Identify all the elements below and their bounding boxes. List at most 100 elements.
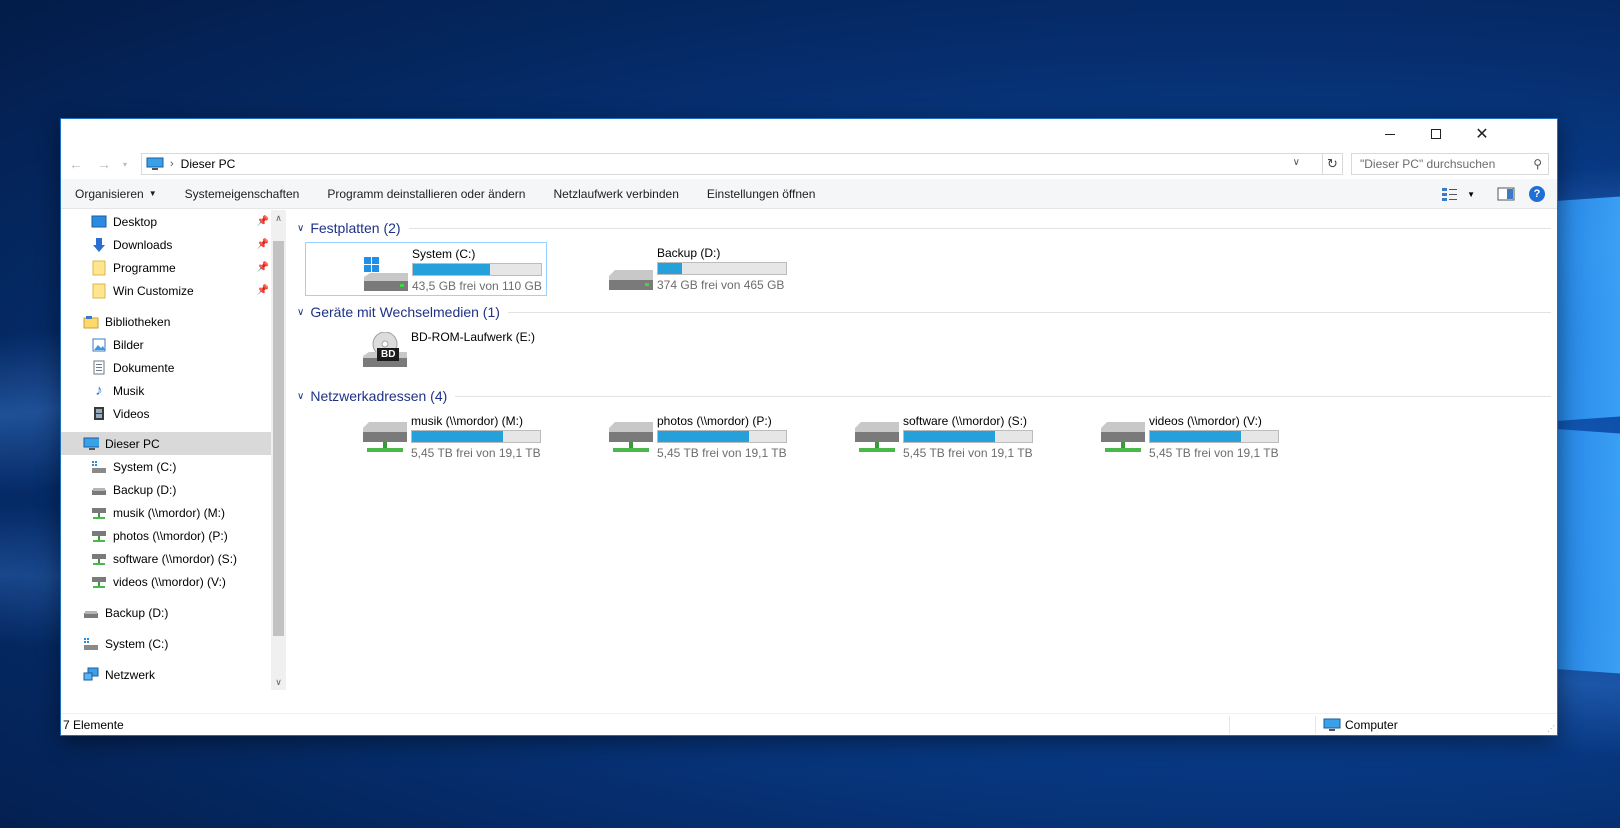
group-network[interactable]: ∨ Netzwerkadressen (4) xyxy=(297,386,1551,406)
drive-tile-bd-rom-e[interactable]: BD BD-ROM-Laufwerk (E:) xyxy=(305,328,547,368)
sidebar-item-backup-root[interactable]: Backup (D:) xyxy=(61,601,271,624)
status-divider xyxy=(1315,716,1316,734)
sidebar-item-label: Programme xyxy=(113,260,176,275)
sidebar-item-desktop[interactable]: Desktop 📌 xyxy=(61,210,271,233)
drive-tile-system-c[interactable]: System (C:) 43,5 GB frei von 110 GB xyxy=(305,242,547,296)
view-dropdown-icon[interactable]: ▼ xyxy=(1467,190,1475,199)
sidebar-item-musik[interactable]: ♪ Musik xyxy=(61,379,271,402)
resize-grip-icon[interactable]: ⋰ xyxy=(1547,724,1555,733)
network-icon xyxy=(83,667,99,683)
item-count: 7 Elemente xyxy=(63,717,124,732)
address-row: ← → ▾ › Dieser PC ∨ ↻ "Dieser PC" durchs… xyxy=(61,149,1557,179)
videos-icon xyxy=(91,406,107,422)
sidebar-item-netzwerk[interactable]: Netzwerk xyxy=(61,663,271,686)
refresh-button[interactable]: ↻ xyxy=(1323,153,1343,175)
sidebar-item-videos-v[interactable]: videos (\\mordor) (V:) xyxy=(61,570,271,593)
open-settings-button[interactable]: Einstellungen öffnen xyxy=(693,179,830,209)
forward-icon[interactable]: → xyxy=(97,156,111,172)
organize-menu[interactable]: Organisieren ▼ xyxy=(61,179,171,209)
scroll-up-icon[interactable]: ∧ xyxy=(271,210,286,226)
folder-icon xyxy=(91,283,107,299)
drive-tile-videos-v[interactable]: videos (\\mordor) (V:) 5,45 TB frei von … xyxy=(1043,410,1285,464)
sidebar-item-system-root[interactable]: System (C:) xyxy=(61,632,271,655)
sidebar-item-label: Dieser PC xyxy=(105,436,160,451)
sidebar-item-software-s[interactable]: software (\\mordor) (S:) xyxy=(61,547,271,570)
sidebar-item-bilder[interactable]: Bilder xyxy=(61,333,271,356)
sidebar-item-label: Backup (D:) xyxy=(113,482,177,497)
address-dropdown-icon[interactable]: ∨ xyxy=(1293,157,1300,168)
drive-name: Backup (D:) xyxy=(657,246,721,260)
view-options-icon[interactable] xyxy=(1441,186,1461,202)
sidebar-item-dokumente[interactable]: Dokumente xyxy=(61,356,271,379)
dropdown-icon: ▼ xyxy=(148,189,157,198)
sidebar-item-label: musik (\\mordor) (M:) xyxy=(113,505,225,520)
sidebar-item-downloads[interactable]: Downloads 📌 xyxy=(61,233,271,256)
navigation-scrollbar[interactable]: ∧ ∨ xyxy=(271,210,286,690)
sidebar-item-backup-d[interactable]: Backup (D:) xyxy=(61,478,271,501)
close-button[interactable]: ✕ xyxy=(1459,119,1505,149)
maximize-button[interactable] xyxy=(1413,119,1459,149)
navigation-pane: Desktop 📌 Downloads 📌 Programme 📌 Win Cu… xyxy=(61,210,286,690)
sidebar-item-programme[interactable]: Programme 📌 xyxy=(61,256,271,279)
drive-tile-backup-d[interactable]: Backup (D:) 374 GB frei von 465 GB xyxy=(551,242,793,296)
drive-tile-musik-m[interactable]: musik (\\mordor) (M:) 5,45 TB frei von 1… xyxy=(305,410,547,464)
uninstall-button[interactable]: Programm deinstallieren oder ändern xyxy=(313,179,539,209)
drive-free-space: 5,45 TB frei von 19,1 TB xyxy=(903,446,1033,460)
preview-pane-icon[interactable] xyxy=(1497,187,1515,201)
system-properties-button[interactable]: Systemeigenschaften xyxy=(171,179,314,209)
group-removable[interactable]: ∨ Geräte mit Wechselmedien (1) xyxy=(297,302,1551,322)
sidebar-item-system-c[interactable]: System (C:) xyxy=(61,455,271,478)
drive-free-space: 5,45 TB frei von 19,1 TB xyxy=(1149,446,1279,460)
pin-icon: 📌 xyxy=(256,285,269,296)
drive-tile-software-s[interactable]: software (\\mordor) (S:) 5,45 TB frei vo… xyxy=(797,410,1039,464)
command-bar: Organisieren ▼ Systemeigenschaften Progra… xyxy=(61,179,1557,209)
title-bar: ✕ xyxy=(61,119,1557,149)
sidebar-item-label: Musik xyxy=(113,383,145,398)
recent-locations-icon[interactable]: ▾ xyxy=(123,160,127,169)
group-title: Festplatten (2) xyxy=(310,220,401,236)
sidebar-item-label: software (\\mordor) (S:) xyxy=(113,551,238,566)
group-divider xyxy=(408,227,1551,229)
sidebar-item-photos-p[interactable]: photos (\\mordor) (P:) xyxy=(61,524,271,547)
drive-usage-fill xyxy=(413,264,490,275)
drive-usage-bar xyxy=(657,262,787,275)
drive-name: BD-ROM-Laufwerk (E:) xyxy=(411,330,536,344)
download-arrow-icon xyxy=(91,237,107,253)
scroll-down-icon[interactable]: ∨ xyxy=(271,674,286,690)
computer-icon xyxy=(146,157,164,170)
sidebar-item-win-customize[interactable]: Win Customize 📌 xyxy=(61,279,271,302)
desktop-icon xyxy=(91,214,107,230)
explorer-window: ✕ ← → ▾ › Dieser PC ∨ ↻ "Dieser PC" durc… xyxy=(60,118,1558,736)
network-drive-icon xyxy=(91,574,107,590)
group-title: Geräte mit Wechselmedien (1) xyxy=(310,304,500,320)
scrollbar-thumb[interactable] xyxy=(273,241,284,636)
hard-drive-icon xyxy=(83,605,99,621)
drive-free-space: 374 GB frei von 465 GB xyxy=(657,278,785,292)
windows-drive-icon xyxy=(83,636,99,652)
chevron-down-icon: ∨ xyxy=(297,306,305,318)
drive-usage-bar xyxy=(1149,430,1279,443)
sidebar-item-label: System (C:) xyxy=(113,459,177,474)
minimize-icon xyxy=(1385,133,1395,135)
group-hard-drives[interactable]: ∨ Festplatten (2) xyxy=(297,218,1551,238)
status-divider xyxy=(1229,716,1230,734)
sidebar-item-libraries[interactable]: Bibliotheken xyxy=(61,310,271,333)
address-bar[interactable]: › Dieser PC ∨ xyxy=(141,153,1323,175)
back-icon[interactable]: ← xyxy=(69,156,83,172)
sidebar-item-videos[interactable]: Videos xyxy=(61,402,271,425)
map-network-drive-button[interactable]: Netzlaufwerk verbinden xyxy=(539,179,692,209)
music-icon: ♪ xyxy=(95,382,103,399)
content-pane: ∨ Festplatten (2) System (C:) 43,5 GB fr… xyxy=(287,210,1551,690)
help-icon[interactable]: ? xyxy=(1529,186,1545,202)
search-input[interactable]: "Dieser PC" durchsuchen ⚲ xyxy=(1351,153,1549,175)
drive-name: musik (\\mordor) (M:) xyxy=(411,414,523,428)
breadcrumb[interactable]: Dieser PC xyxy=(181,157,236,171)
pictures-icon xyxy=(91,337,107,353)
sidebar-item-dieser-pc[interactable]: Dieser PC xyxy=(61,432,271,455)
documents-icon xyxy=(91,360,107,376)
maximize-icon xyxy=(1431,129,1441,139)
hard-drive-icon xyxy=(91,482,107,498)
drive-tile-photos-p[interactable]: photos (\\mordor) (P:) 5,45 TB frei von … xyxy=(551,410,793,464)
sidebar-item-musik-m[interactable]: musik (\\mordor) (M:) xyxy=(61,501,271,524)
minimize-button[interactable] xyxy=(1367,119,1413,149)
